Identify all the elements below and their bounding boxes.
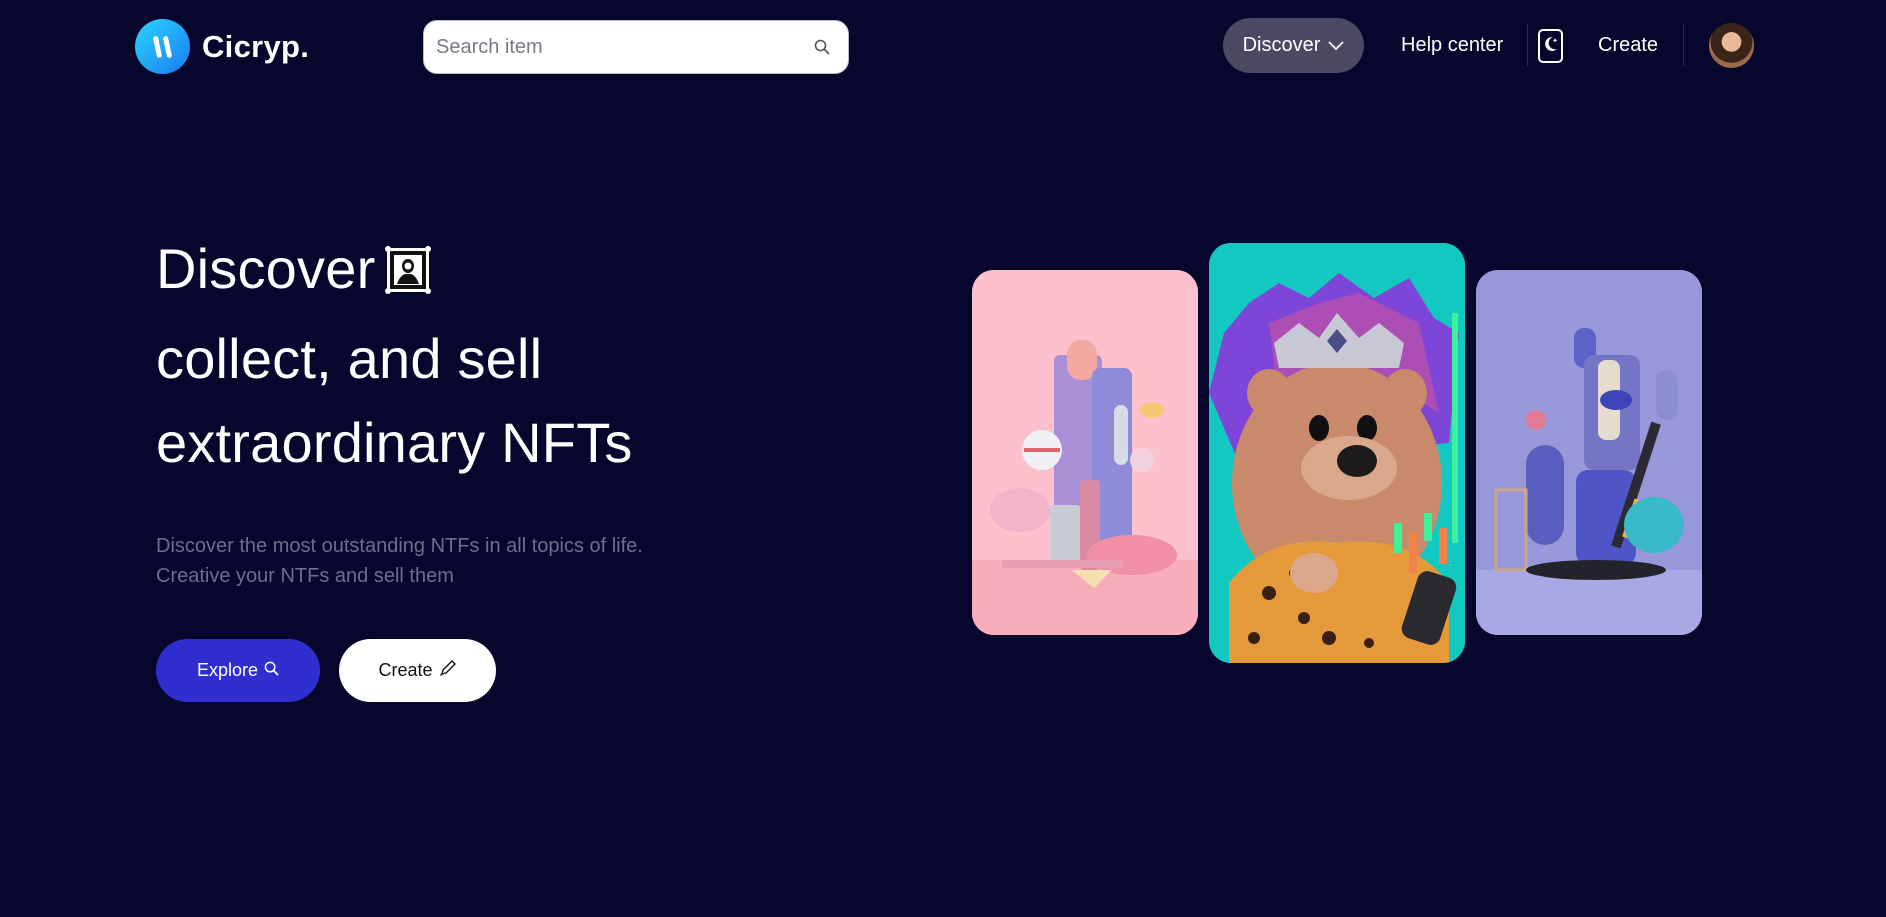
brand-name: Cicryp. xyxy=(202,28,310,64)
discover-dropdown-button[interactable]: Discover xyxy=(1223,18,1364,73)
discover-label: Discover xyxy=(1242,34,1321,56)
hero-title-line3: extraordinary NFTs xyxy=(156,411,633,474)
brand-logo[interactable]: Cicryp. xyxy=(135,19,309,74)
nft-card-bear-king[interactable] xyxy=(1209,243,1465,663)
user-avatar[interactable] xyxy=(1709,23,1754,68)
nav-divider xyxy=(1527,24,1528,66)
nft-artwork-image xyxy=(1209,243,1465,663)
moon-icon xyxy=(1542,34,1560,59)
theme-toggle-button[interactable] xyxy=(1538,29,1563,63)
nft-artwork-image xyxy=(1476,270,1702,635)
hero-subtitle-line2: Creative your NTFs and sell them xyxy=(156,565,454,587)
explore-label: Explore xyxy=(196,660,259,680)
search-bar xyxy=(423,20,849,74)
nav-divider xyxy=(1683,24,1684,66)
nft-card-abstract-pink[interactable] xyxy=(972,270,1198,635)
hero-subtitle-line1: Discover the most outstanding NTFs in al… xyxy=(156,535,643,557)
logo-mark-icon xyxy=(135,19,190,74)
search-input[interactable] xyxy=(436,35,814,59)
help-center-link[interactable]: Help center xyxy=(1401,34,1503,57)
create-button[interactable]: Create xyxy=(339,639,496,702)
pencil-icon xyxy=(439,659,457,682)
hero-subtitle: Discover the most outstanding NTFs in al… xyxy=(156,531,643,591)
nft-card-abstract-purple[interactable] xyxy=(1476,270,1702,635)
nft-artwork-image xyxy=(972,270,1198,635)
explore-button[interactable]: Explore xyxy=(156,639,320,702)
hero-title: Discover collect, and sell extraordinary… xyxy=(156,227,633,485)
chevron-down-icon xyxy=(1328,34,1345,57)
hero-title-line1: Discover xyxy=(156,227,633,317)
create-label: Create xyxy=(378,660,433,680)
search-icon xyxy=(264,660,279,681)
hero-title-line2: collect, and sell xyxy=(156,327,543,390)
search-icon[interactable] xyxy=(814,39,830,55)
hero-title-word: Discover xyxy=(156,237,376,300)
create-link[interactable]: Create xyxy=(1598,34,1658,57)
framed-picture-icon xyxy=(385,233,432,317)
